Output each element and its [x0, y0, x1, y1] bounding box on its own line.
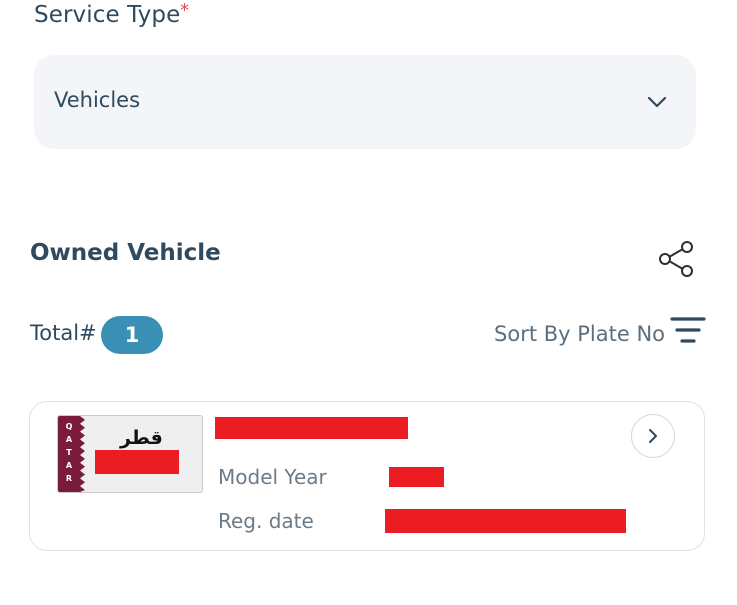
required-indicator: * — [180, 0, 189, 21]
vehicle-name-redacted — [215, 417, 408, 439]
plate-number-redacted — [95, 450, 179, 474]
plate-letter: R — [65, 474, 73, 483]
license-plate: Q A T A R قطر — [57, 415, 203, 493]
plate-letter: Q — [65, 422, 73, 431]
plate-letter: A — [65, 435, 73, 444]
vehicle-services-page: Service Type * Vehicles Owned Vehicle To… — [0, 0, 737, 605]
chevron-down-icon — [647, 96, 667, 108]
total-label: Total# — [30, 321, 97, 345]
reg-date-label: Reg. date — [218, 509, 314, 533]
chevron-right-icon — [649, 429, 657, 443]
service-type-select[interactable]: Vehicles — [34, 55, 696, 149]
vehicle-card[interactable]: Q A T A R قطر Model Year Reg. date — [29, 401, 705, 551]
plate-letter: T — [66, 448, 72, 457]
model-year-value-redacted — [389, 467, 444, 487]
plate-arabic-text: قطر — [120, 427, 163, 449]
plate-serration — [76, 416, 85, 492]
plate-letter: A — [65, 461, 73, 470]
reg-date-value-redacted — [385, 509, 626, 533]
owned-vehicle-title: Owned Vehicle — [30, 240, 221, 266]
open-vehicle-button[interactable] — [631, 414, 675, 458]
sort-lines-icon[interactable] — [670, 315, 706, 347]
service-type-selected-value: Vehicles — [54, 88, 141, 112]
model-year-label: Model Year — [218, 465, 327, 489]
share-icon[interactable] — [656, 239, 698, 279]
sort-by-plate-button[interactable]: Sort By Plate No — [494, 322, 665, 346]
total-count-badge: 1 — [101, 316, 163, 354]
service-type-label: Service Type — [34, 2, 181, 28]
